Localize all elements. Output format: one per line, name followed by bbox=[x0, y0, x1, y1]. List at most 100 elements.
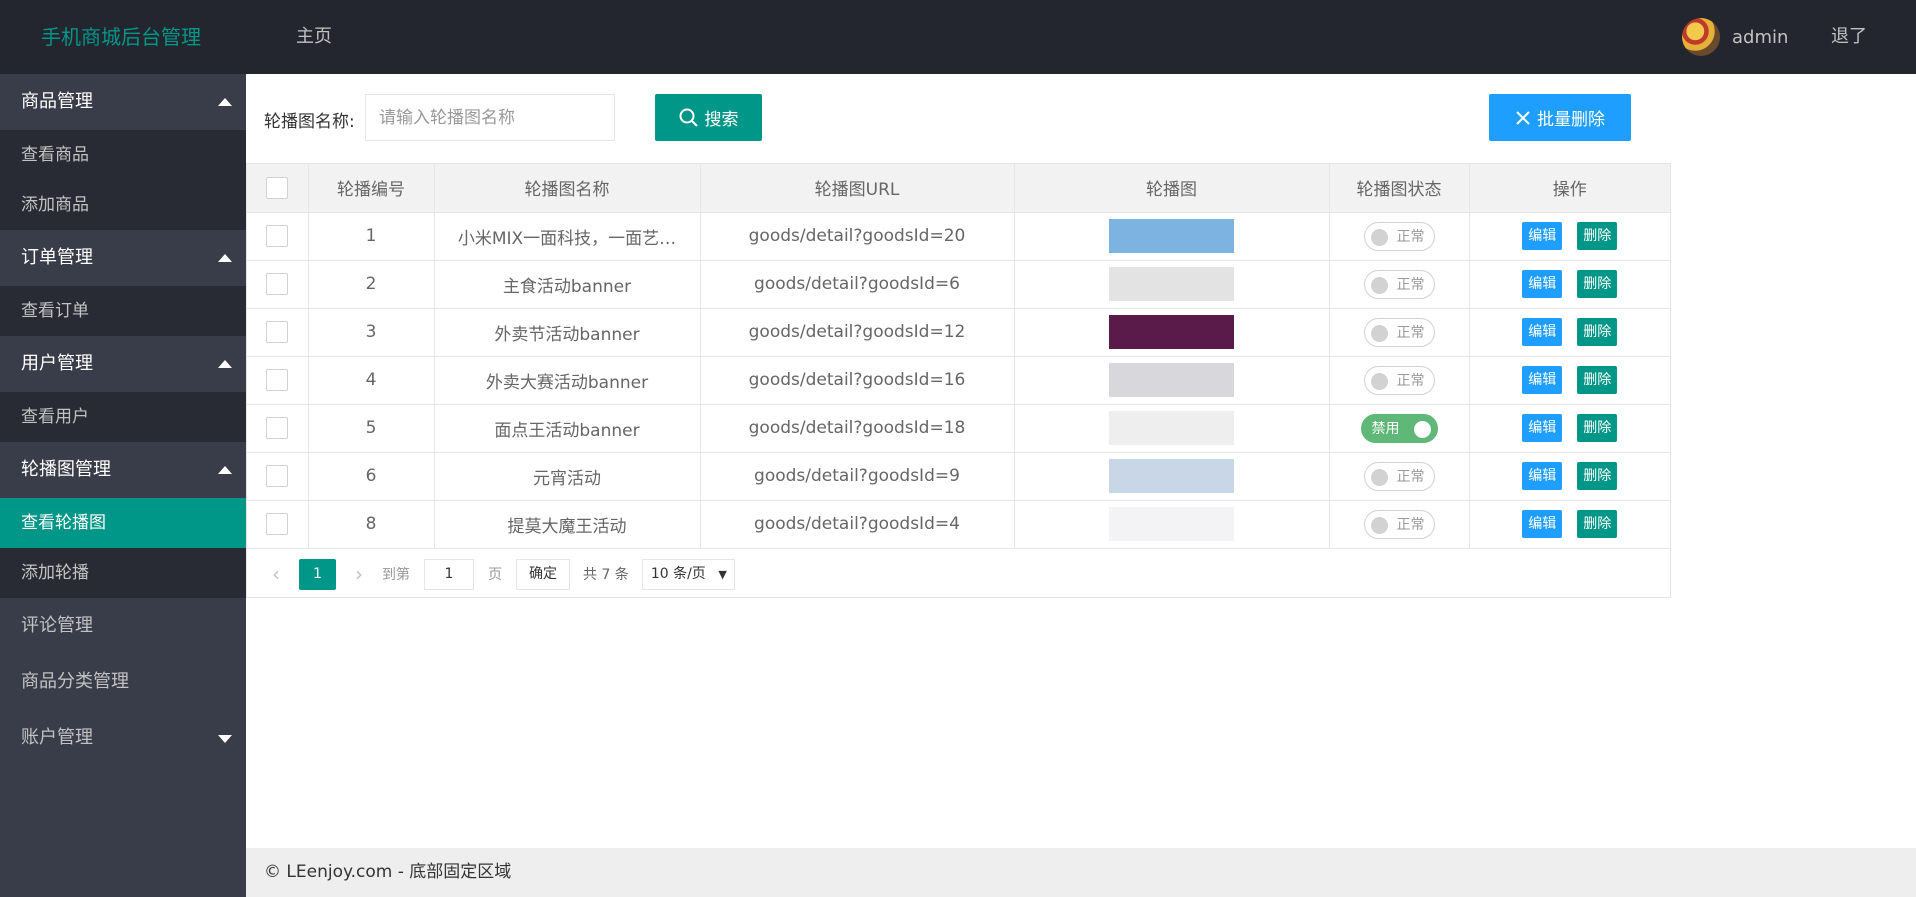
sidebar-group-users[interactable]: 用户管理 bbox=[0, 336, 246, 392]
status-label: 正常 bbox=[1396, 517, 1425, 533]
banner-thumbnail bbox=[1109, 459, 1234, 493]
row-checkbox[interactable] bbox=[266, 513, 289, 535]
status-label: 禁用 bbox=[1371, 421, 1400, 437]
edit-button[interactable]: 编辑 bbox=[1522, 222, 1563, 250]
actions-cell: 编辑 删除 bbox=[1469, 404, 1670, 453]
logout-link[interactable]: 退了 bbox=[1831, 0, 1867, 74]
sidebar-group-orders[interactable]: 订单管理 bbox=[0, 230, 246, 286]
sidebar-group-goods[interactable]: 商品管理 bbox=[0, 74, 246, 130]
row-select-cell[interactable] bbox=[247, 356, 309, 405]
sidebar-item-view-goods[interactable]: 查看商品 bbox=[0, 130, 246, 180]
sidebar-item-add-goods[interactable]: 添加商品 bbox=[0, 180, 246, 230]
header-select-all[interactable] bbox=[247, 164, 309, 213]
table-row: 2 主食活动banner goods/detail?goodsId=6 正常 编… bbox=[247, 260, 1670, 309]
sidebar-group-banners[interactable]: 轮播图管理 bbox=[0, 442, 246, 498]
batch-delete-button[interactable]: 批量删除 bbox=[1489, 94, 1631, 141]
edit-button[interactable]: 编辑 bbox=[1522, 462, 1563, 490]
nav-home-link[interactable]: 主页 bbox=[296, 0, 332, 74]
row-checkbox[interactable] bbox=[266, 417, 289, 439]
delete-button[interactable]: 删除 bbox=[1577, 270, 1618, 298]
status-toggle[interactable]: 正常 bbox=[1363, 317, 1435, 347]
edit-button[interactable]: 编辑 bbox=[1522, 510, 1563, 538]
app-logo[interactable]: 手机商城后台管理 bbox=[41, 0, 201, 74]
status-toggle[interactable]: 正常 bbox=[1363, 365, 1435, 395]
banner-url: goods/detail?goodsId=6 bbox=[700, 260, 1015, 309]
sidebar-item-comments[interactable]: 评论管理 bbox=[0, 598, 246, 654]
status-toggle[interactable]: 正常 bbox=[1363, 269, 1435, 299]
table-row: 8 提莫大魔王活动 goods/detail?goodsId=4 正常 编辑 删除 bbox=[247, 500, 1670, 549]
status-toggle[interactable]: 正常 bbox=[1363, 509, 1435, 539]
avatar[interactable] bbox=[1682, 18, 1720, 56]
goto-confirm-button[interactable]: 确定 bbox=[516, 558, 570, 590]
edit-button[interactable]: 编辑 bbox=[1522, 318, 1563, 346]
delete-button[interactable]: 删除 bbox=[1577, 222, 1618, 250]
sidebar-item-view-users[interactable]: 查看用户 bbox=[0, 392, 246, 442]
row-select-cell[interactable] bbox=[247, 260, 309, 309]
username[interactable]: admin bbox=[1732, 27, 1788, 48]
page-size-select[interactable]: 10 条/页 bbox=[641, 558, 735, 590]
column-header: 轮播图URL bbox=[700, 164, 1015, 213]
page-unit: 页 bbox=[488, 567, 502, 583]
actions-cell: 编辑 删除 bbox=[1469, 452, 1670, 501]
edit-button[interactable]: 编辑 bbox=[1522, 366, 1563, 394]
row-select-cell[interactable] bbox=[247, 308, 309, 357]
search-input[interactable] bbox=[365, 94, 615, 141]
column-header: 轮播图状态 bbox=[1329, 164, 1470, 213]
banner-url: goods/detail?goodsId=16 bbox=[700, 356, 1015, 405]
table-body: 1 小米MIX一面科技，一面艺… goods/detail?goodsId=20… bbox=[247, 212, 1670, 549]
status-label: 正常 bbox=[1396, 325, 1425, 341]
column-header: 操作 bbox=[1469, 164, 1670, 213]
edit-button[interactable]: 编辑 bbox=[1522, 270, 1563, 298]
row-checkbox[interactable] bbox=[266, 465, 289, 487]
toggle-knob bbox=[1370, 468, 1388, 486]
banner-table: 轮播编号 轮播图名称 轮播图URL 轮播图 轮播图状态 操作 1 小米MIX一面… bbox=[247, 164, 1670, 549]
sidebar-item-add-banner[interactable]: 添加轮播 bbox=[0, 548, 246, 598]
row-select-cell[interactable] bbox=[247, 404, 309, 453]
delete-button[interactable]: 删除 bbox=[1577, 366, 1618, 394]
banner-table-container: 轮播编号 轮播图名称 轮播图URL 轮播图 轮播图状态 操作 1 小米MIX一面… bbox=[246, 163, 1671, 598]
banner-name: 外卖大赛活动banner bbox=[434, 356, 701, 405]
search-button-label: 搜索 bbox=[704, 110, 739, 130]
banner-id: 3 bbox=[308, 308, 435, 357]
caret-up-icon bbox=[218, 254, 232, 262]
sidebar-item-view-banners[interactable]: 查看轮播图 bbox=[0, 498, 246, 548]
next-page-icon[interactable]: › bbox=[348, 562, 370, 586]
banner-thumbnail bbox=[1109, 411, 1234, 445]
prev-page-icon[interactable]: ‹ bbox=[265, 562, 287, 586]
banner-id: 4 bbox=[308, 356, 435, 405]
row-checkbox[interactable] bbox=[266, 273, 289, 295]
footer-brand: © LEenjoy.com bbox=[264, 862, 393, 882]
goto-page-input[interactable] bbox=[424, 558, 474, 590]
search-button[interactable]: 搜索 bbox=[655, 94, 762, 141]
banner-id: 1 bbox=[308, 212, 435, 261]
row-checkbox[interactable] bbox=[266, 225, 289, 247]
row-select-cell[interactable] bbox=[247, 452, 309, 501]
row-checkbox[interactable] bbox=[266, 321, 289, 343]
edit-button[interactable]: 编辑 bbox=[1522, 414, 1563, 442]
sidebar-item-view-orders[interactable]: 查看订单 bbox=[0, 286, 246, 336]
table-row: 3 外卖节活动banner goods/detail?goodsId=12 正常… bbox=[247, 308, 1670, 357]
caret-up-icon bbox=[218, 466, 232, 474]
delete-button[interactable]: 删除 bbox=[1577, 462, 1618, 490]
select-all-checkbox[interactable] bbox=[266, 176, 289, 199]
current-page[interactable]: 1 bbox=[299, 558, 336, 590]
banner-status-cell: 正常 bbox=[1329, 356, 1470, 405]
user-menu[interactable]: admin bbox=[1682, 0, 1788, 74]
row-select-cell[interactable] bbox=[247, 500, 309, 549]
row-select-cell[interactable] bbox=[247, 212, 309, 261]
table-row: 1 小米MIX一面科技，一面艺… goods/detail?goodsId=20… bbox=[247, 212, 1670, 261]
delete-button[interactable]: 删除 bbox=[1577, 318, 1618, 346]
row-checkbox[interactable] bbox=[266, 369, 289, 391]
status-toggle[interactable]: 正常 bbox=[1363, 461, 1435, 491]
delete-button[interactable]: 删除 bbox=[1577, 414, 1618, 442]
sidebar-group-label: 商品管理 bbox=[21, 91, 93, 112]
search-icon bbox=[679, 108, 698, 127]
status-toggle[interactable]: 正常 bbox=[1363, 221, 1435, 251]
banner-image-cell bbox=[1014, 260, 1330, 309]
status-toggle[interactable]: 禁用 bbox=[1360, 413, 1438, 443]
sidebar-group-account[interactable]: 账户管理 bbox=[0, 710, 246, 766]
delete-button[interactable]: 删除 bbox=[1577, 510, 1618, 538]
sidebar-item-categories[interactable]: 商品分类管理 bbox=[0, 654, 246, 710]
banner-id: 2 bbox=[308, 260, 435, 309]
banner-thumbnail bbox=[1109, 267, 1234, 301]
